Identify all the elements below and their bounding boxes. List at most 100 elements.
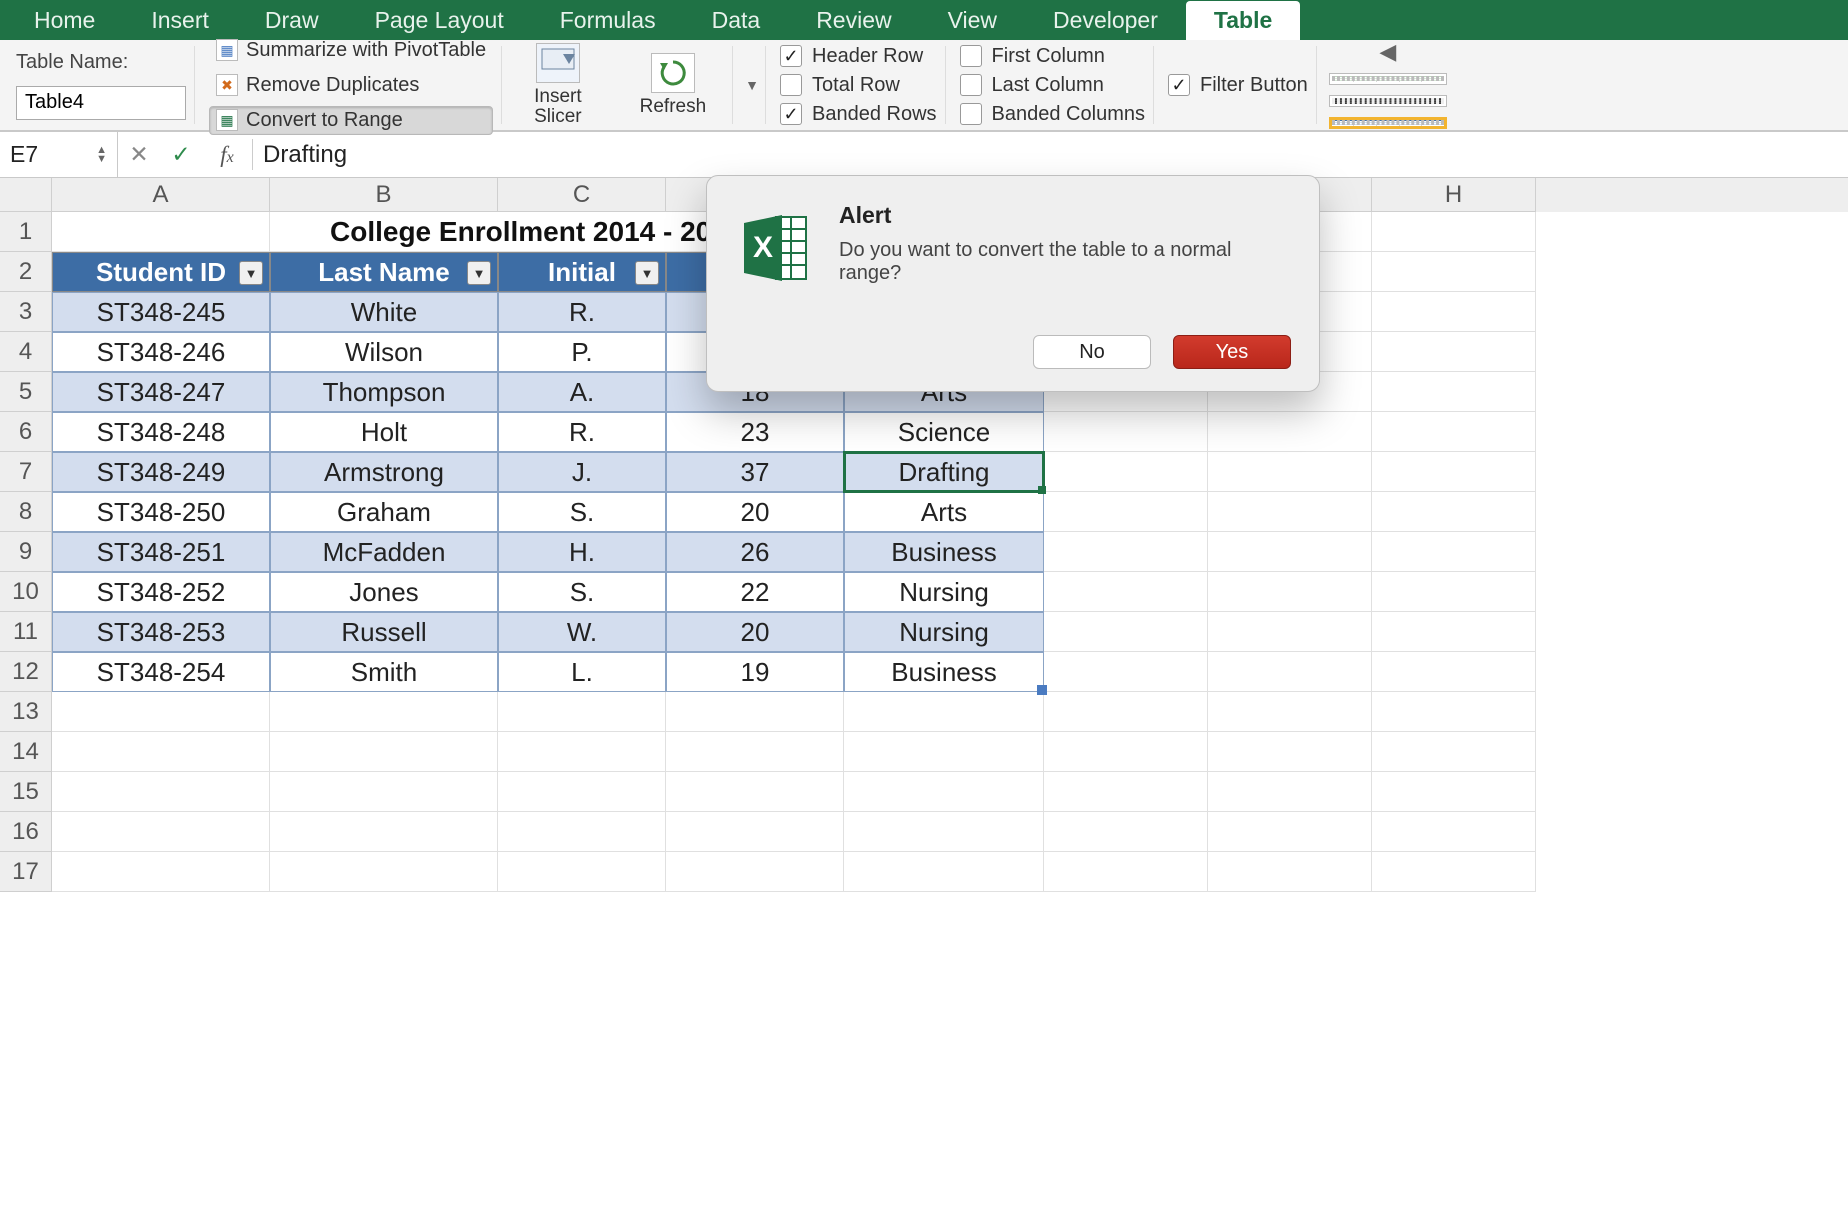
cell[interactable]: ST348-246 [52, 332, 270, 372]
cell[interactable]: Russell [270, 612, 498, 652]
first-column-checkbox[interactable]: First Column [960, 45, 1145, 68]
cell[interactable]: Business [844, 532, 1044, 572]
col-header[interactable]: B [270, 178, 498, 212]
row-header[interactable]: 3 [0, 292, 52, 332]
row-header[interactable]: 12 [0, 652, 52, 692]
row-header[interactable]: 11 [0, 612, 52, 652]
dialog-no-button[interactable]: No [1033, 335, 1151, 369]
table-style-blue-selected[interactable] [1329, 117, 1447, 129]
row-header[interactable]: 10 [0, 572, 52, 612]
cell[interactable] [1208, 412, 1372, 452]
cell[interactable] [1044, 812, 1208, 852]
cell[interactable] [1372, 532, 1536, 572]
cell[interactable] [1372, 812, 1536, 852]
cell[interactable] [844, 692, 1044, 732]
cell[interactable]: R. [498, 412, 666, 452]
cell[interactable] [270, 772, 498, 812]
table-header-initial[interactable]: Initial▼ [498, 252, 666, 292]
cell[interactable] [1044, 652, 1208, 692]
last-column-checkbox[interactable]: Last Column [960, 74, 1145, 97]
tab-table[interactable]: Table [1186, 1, 1300, 40]
formula-input[interactable]: Drafting [253, 141, 1848, 169]
convert-to-range-button[interactable]: ▦ Convert to Range [209, 106, 493, 135]
row-header[interactable]: 13 [0, 692, 52, 732]
cell[interactable] [1372, 572, 1536, 612]
cell[interactable] [498, 732, 666, 772]
tab-view[interactable]: View [920, 1, 1025, 40]
cell[interactable]: Thompson [270, 372, 498, 412]
banded-columns-checkbox[interactable]: Banded Columns [960, 103, 1145, 126]
cell[interactable] [844, 852, 1044, 892]
filter-dropdown-icon[interactable]: ▼ [635, 261, 659, 285]
remove-duplicates-button[interactable]: ✖ Remove Duplicates [209, 71, 493, 100]
row-header[interactable]: 5 [0, 372, 52, 412]
cell[interactable] [1208, 612, 1372, 652]
row-header[interactable]: 4 [0, 332, 52, 372]
row-header[interactable]: 16 [0, 812, 52, 852]
cell[interactable]: Nursing [844, 572, 1044, 612]
cell[interactable] [1208, 852, 1372, 892]
cell[interactable] [1044, 412, 1208, 452]
cell[interactable] [1372, 292, 1536, 332]
cell[interactable] [498, 852, 666, 892]
cell[interactable]: S. [498, 492, 666, 532]
cell[interactable] [52, 212, 270, 252]
cell[interactable]: 20 [666, 492, 844, 532]
cell[interactable] [1372, 732, 1536, 772]
gallery-scroll-left-icon[interactable]: ◀ [1377, 41, 1399, 63]
table-style-green[interactable] [1329, 73, 1447, 85]
name-box-stepper-icon[interactable]: ▲▼ [96, 146, 107, 164]
cell[interactable] [1372, 212, 1536, 252]
cell[interactable]: J. [498, 452, 666, 492]
dialog-yes-button[interactable]: Yes [1173, 335, 1291, 369]
row-header[interactable]: 15 [0, 772, 52, 812]
cell[interactable]: Holt [270, 412, 498, 452]
cell[interactable] [1208, 732, 1372, 772]
filter-dropdown-icon[interactable]: ▼ [467, 261, 491, 285]
col-header[interactable]: H [1372, 178, 1536, 212]
row-header[interactable]: 6 [0, 412, 52, 452]
cell[interactable] [666, 852, 844, 892]
cell[interactable] [1044, 492, 1208, 532]
table-name-input[interactable] [16, 86, 186, 120]
row-header[interactable]: 8 [0, 492, 52, 532]
filter-button-checkbox[interactable]: ✓Filter Button [1168, 74, 1308, 97]
cell[interactable]: S. [498, 572, 666, 612]
header-row-checkbox[interactable]: ✓Header Row [780, 45, 937, 68]
cell[interactable]: ST348-248 [52, 412, 270, 452]
cell[interactable] [1208, 532, 1372, 572]
cell[interactable] [666, 732, 844, 772]
cell[interactable] [1044, 692, 1208, 732]
cell[interactable] [1208, 772, 1372, 812]
tab-home[interactable]: Home [6, 1, 123, 40]
row-header[interactable]: 7 [0, 452, 52, 492]
col-header[interactable]: C [498, 178, 666, 212]
row-header[interactable]: 2 [0, 252, 52, 292]
tab-insert[interactable]: Insert [123, 1, 237, 40]
cell[interactable] [1044, 612, 1208, 652]
cell[interactable] [1044, 532, 1208, 572]
row-header[interactable]: 9 [0, 532, 52, 572]
cell[interactable]: 23 [666, 412, 844, 452]
cell[interactable] [1372, 252, 1536, 292]
cell[interactable] [1044, 852, 1208, 892]
cell[interactable] [270, 812, 498, 852]
col-header[interactable]: A [52, 178, 270, 212]
cell[interactable]: Jones [270, 572, 498, 612]
cell[interactable]: 22 [666, 572, 844, 612]
cell[interactable] [1208, 452, 1372, 492]
cell[interactable] [52, 732, 270, 772]
cell[interactable] [1372, 372, 1536, 412]
cell[interactable] [1372, 452, 1536, 492]
filter-dropdown-icon[interactable]: ▼ [239, 261, 263, 285]
cell[interactable] [1208, 492, 1372, 532]
cell[interactable] [1208, 812, 1372, 852]
tab-developer[interactable]: Developer [1025, 1, 1186, 40]
cell[interactable]: R. [498, 292, 666, 332]
row-header[interactable]: 14 [0, 732, 52, 772]
cell[interactable] [1372, 772, 1536, 812]
cell[interactable] [498, 772, 666, 812]
table-resize-handle-icon[interactable] [1037, 685, 1047, 695]
cell[interactable]: P. [498, 332, 666, 372]
cell[interactable] [666, 812, 844, 852]
